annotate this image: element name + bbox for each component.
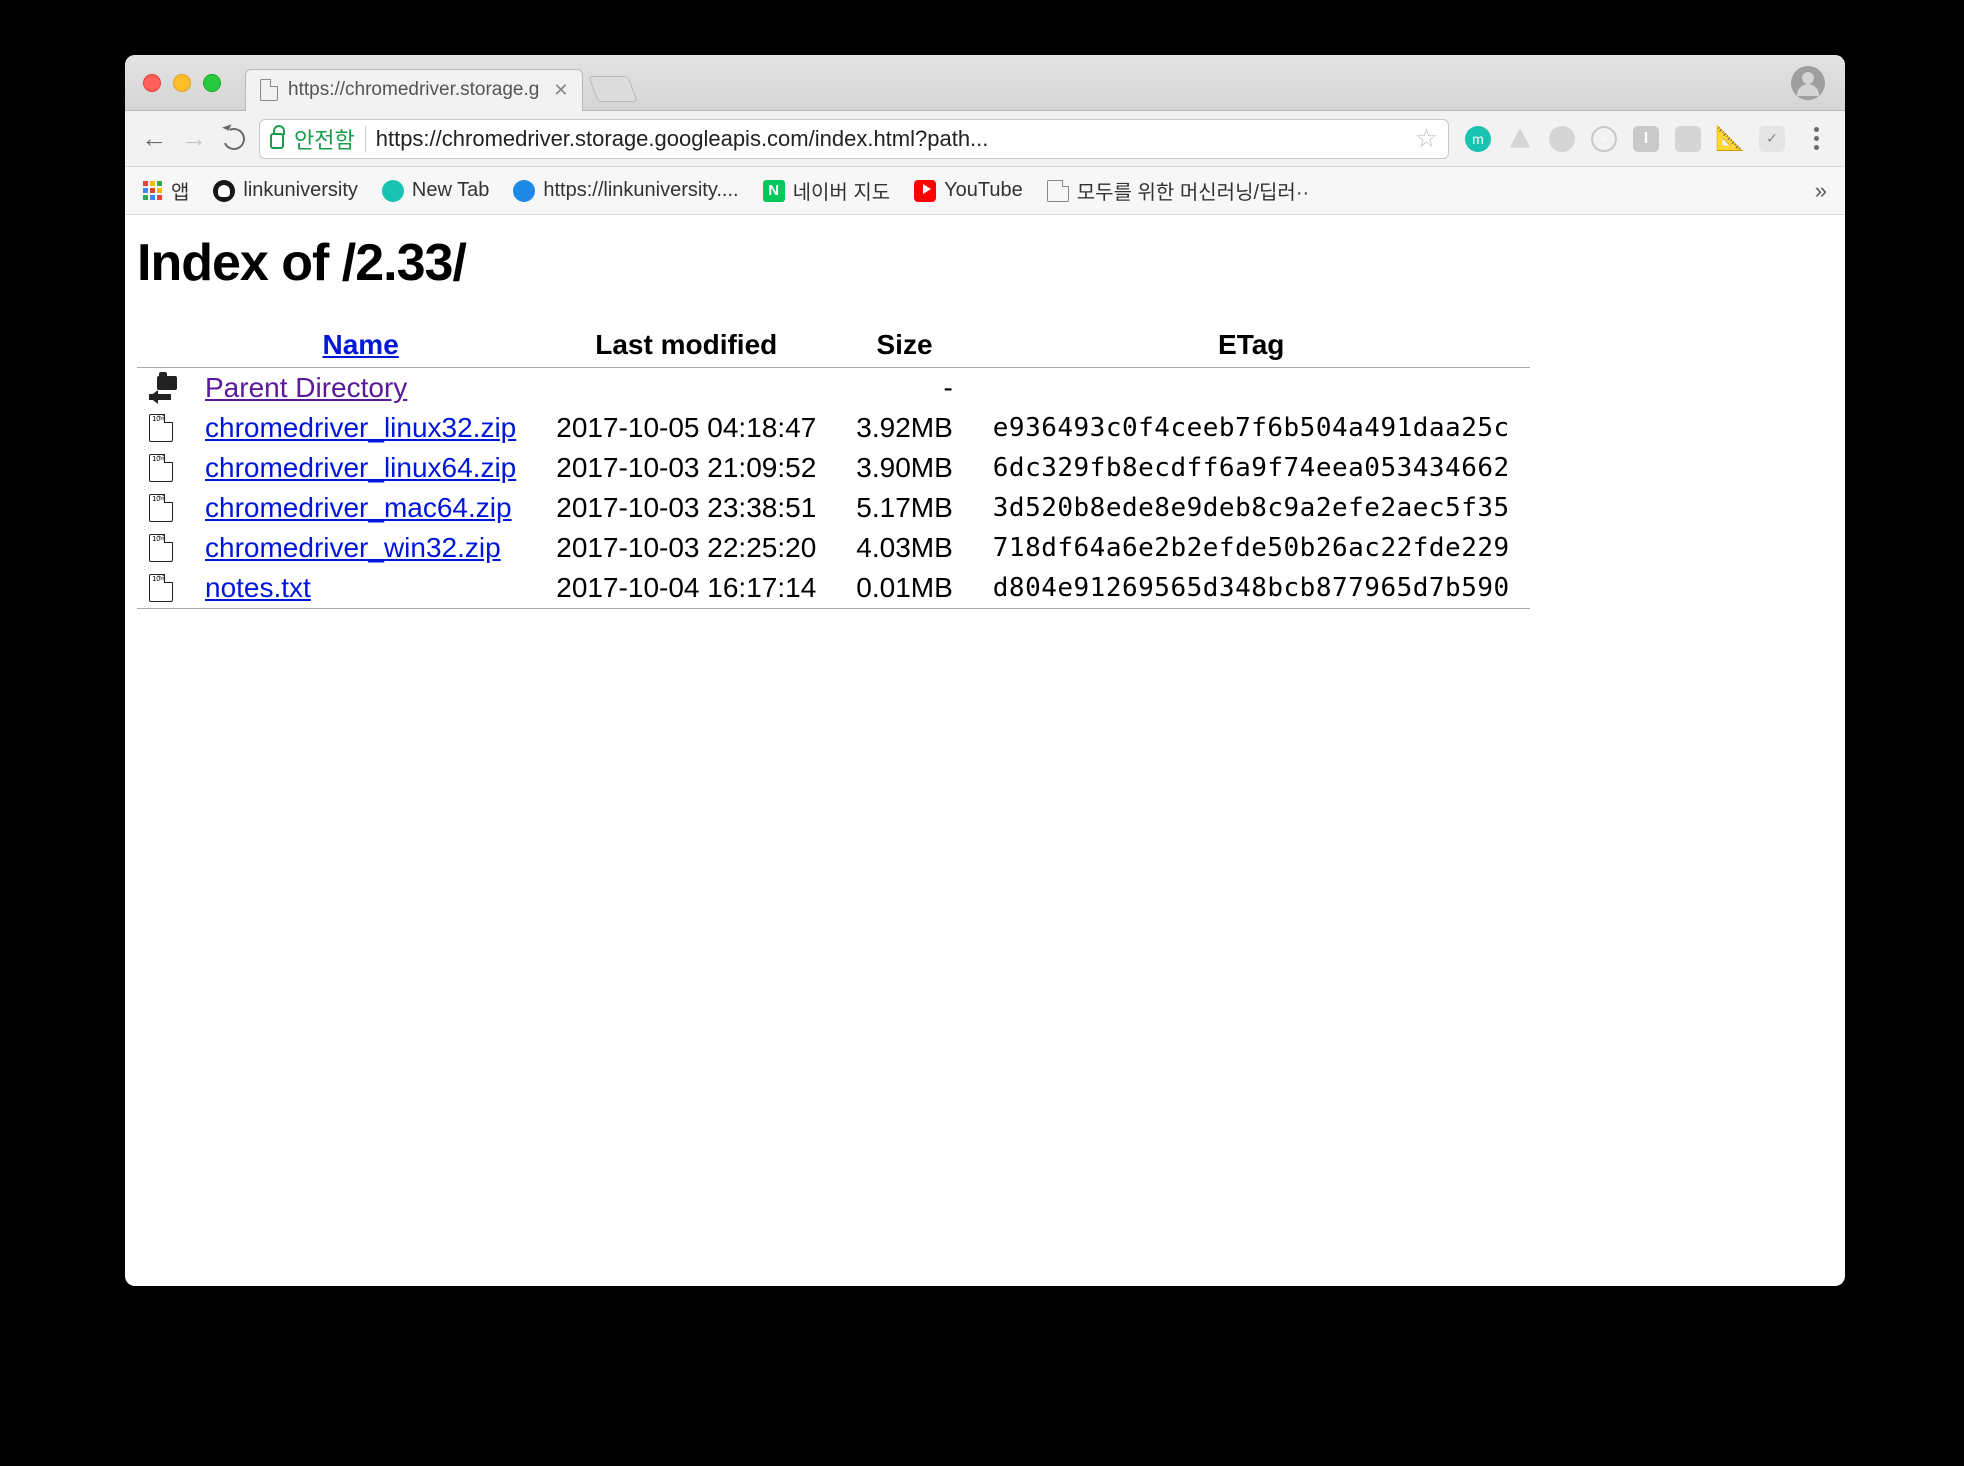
bookmark-label: linkuniversity <box>243 179 357 202</box>
table-row: chromedriver_mac64.zip 2017-10-03 23:38:… <box>137 488 1530 528</box>
bookmarks-bar: 앱 linkuniversity New Tab https://linkuni… <box>125 167 1845 215</box>
table-row: chromedriver_linux64.zip 2017-10-03 21:0… <box>137 448 1530 488</box>
file-modified: 2017-10-03 21:09:52 <box>536 448 836 488</box>
page-title: Index of /2.33/ <box>137 233 1833 293</box>
extension-icon[interactable]: ⚛ <box>1591 126 1617 152</box>
github-icon <box>213 180 235 202</box>
extension-icon[interactable]: m <box>1465 126 1491 152</box>
file-modified: 2017-10-04 16:17:14 <box>536 568 836 609</box>
file-modified: 2017-10-05 04:18:47 <box>536 408 836 448</box>
file-icon <box>149 454 173 482</box>
extension-icons: m ⚛ I 📐 ✓ <box>1465 126 1785 152</box>
bookmark-item[interactable]: https://linkuniversity.... <box>513 179 738 202</box>
toolbar: ← → 안전함 https://chromedriver.storage.goo… <box>125 111 1845 167</box>
extension-icon[interactable]: I <box>1633 126 1659 152</box>
file-size: 3.92MB <box>836 408 973 448</box>
titlebar: https://chromedriver.storage.g ✕ <box>125 55 1845 111</box>
table-row: Parent Directory - <box>137 368 1530 408</box>
reload-icon <box>220 124 248 152</box>
url-text: https://chromedriver.storage.googleapis.… <box>376 126 1405 152</box>
directory-listing-table: Name Last modified Size ETag Parent Dire… <box>137 323 1530 609</box>
table-row: notes.txt 2017-10-04 16:17:14 0.01MB d80… <box>137 568 1530 609</box>
youtube-icon <box>914 180 936 202</box>
bookmark-item[interactable]: New Tab <box>382 179 489 202</box>
file-etag: 6dc329fb8ecdff6a9f74eea053434662 <box>973 448 1530 488</box>
bookmark-item[interactable]: linkuniversity <box>213 179 357 202</box>
bookmark-label: 모두를 위한 머신러닝/딥러·· <box>1077 176 1309 205</box>
bookmark-item[interactable]: N 네이버 지도 <box>763 176 891 205</box>
favicon-icon <box>382 180 404 202</box>
secure-label: 안전함 <box>294 123 355 155</box>
browser-tab[interactable]: https://chromedriver.storage.g ✕ <box>245 69 583 111</box>
close-window-button[interactable] <box>143 74 161 92</box>
maximize-window-button[interactable] <box>203 74 221 92</box>
new-tab-button[interactable] <box>589 76 638 102</box>
lock-icon <box>270 133 284 149</box>
file-icon <box>149 414 173 442</box>
back-button[interactable]: ← <box>139 124 169 154</box>
address-bar[interactable]: 안전함 https://chromedriver.storage.googlea… <box>259 119 1449 159</box>
column-etag: ETag <box>973 323 1530 368</box>
file-link[interactable]: chromedriver_mac64.zip <box>205 492 512 523</box>
file-link[interactable]: chromedriver_win32.zip <box>205 532 501 563</box>
parent-directory-link[interactable]: Parent Directory <box>205 372 407 403</box>
file-etag: e936493c0f4ceeb7f6b504a491daa25c <box>973 408 1530 448</box>
file-etag: 3d520b8ede8e9deb8c9a2efe2aec5f35 <box>973 488 1530 528</box>
file-icon <box>149 494 173 522</box>
file-link[interactable]: chromedriver_linux32.zip <box>205 412 516 443</box>
file-size: 5.17MB <box>836 488 973 528</box>
close-tab-button[interactable]: ✕ <box>553 80 568 101</box>
file-size: 4.03MB <box>836 528 973 568</box>
file-etag: 718df64a6e2b2efde50b26ac22fde229 <box>973 528 1530 568</box>
naver-icon: N <box>763 180 785 202</box>
bookmark-label: 네이버 지도 <box>793 176 891 205</box>
table-header-row: Name Last modified Size ETag <box>137 323 1530 368</box>
bookmark-label: New Tab <box>412 179 489 202</box>
column-modified: Last modified <box>536 323 836 368</box>
file-icon <box>149 534 173 562</box>
bookmark-label: YouTube <box>944 179 1023 202</box>
extension-icon[interactable]: ✓ <box>1759 126 1785 152</box>
profile-button[interactable] <box>1791 66 1825 100</box>
apps-button[interactable]: 앱 <box>143 176 189 205</box>
bookmark-star-icon[interactable]: ☆ <box>1415 123 1438 154</box>
extension-icon[interactable] <box>1507 126 1533 152</box>
file-size: 0.01MB <box>836 568 973 609</box>
file-etag: d804e91269565d348bcb877965d7b590 <box>973 568 1530 609</box>
table-row: chromedriver_win32.zip 2017-10-03 22:25:… <box>137 528 1530 568</box>
page-content: Index of /2.33/ Name Last modified Size … <box>125 215 1845 619</box>
minimize-window-button[interactable] <box>173 74 191 92</box>
file-modified: 2017-10-03 22:25:20 <box>536 528 836 568</box>
file-link[interactable]: chromedriver_linux64.zip <box>205 452 516 483</box>
apps-icon <box>143 181 163 201</box>
chrome-menu-button[interactable] <box>1801 127 1831 150</box>
bookmark-label: https://linkuniversity.... <box>543 179 738 202</box>
browser-window: https://chromedriver.storage.g ✕ ← → 안전함… <box>125 55 1845 1286</box>
bookmarks-overflow-button[interactable]: » <box>1815 178 1827 204</box>
page-icon <box>260 79 278 101</box>
extension-icon[interactable] <box>1549 126 1575 152</box>
forward-button[interactable]: → <box>179 124 209 154</box>
extension-icon[interactable]: 📐 <box>1717 126 1743 152</box>
document-icon <box>1047 180 1069 202</box>
bookmark-item[interactable]: 모두를 위한 머신러닝/딥러·· <box>1047 176 1309 205</box>
table-row: chromedriver_linux32.zip 2017-10-05 04:1… <box>137 408 1530 448</box>
extension-icon[interactable] <box>1675 126 1701 152</box>
file-modified: 2017-10-03 23:38:51 <box>536 488 836 528</box>
column-size: Size <box>836 323 973 368</box>
reload-button[interactable] <box>219 124 249 154</box>
apps-label: 앱 <box>171 176 189 205</box>
file-link[interactable]: notes.txt <box>205 572 311 603</box>
file-size: 3.90MB <box>836 448 973 488</box>
parent-dir-icon <box>149 376 177 400</box>
parent-size: - <box>836 368 973 408</box>
bookmark-item[interactable]: YouTube <box>914 179 1023 202</box>
favicon-icon <box>513 180 535 202</box>
column-name-link[interactable]: Name <box>323 329 399 360</box>
tab-title: https://chromedriver.storage.g <box>288 79 539 101</box>
file-icon <box>149 574 173 602</box>
window-controls <box>143 74 221 92</box>
divider <box>365 126 366 152</box>
